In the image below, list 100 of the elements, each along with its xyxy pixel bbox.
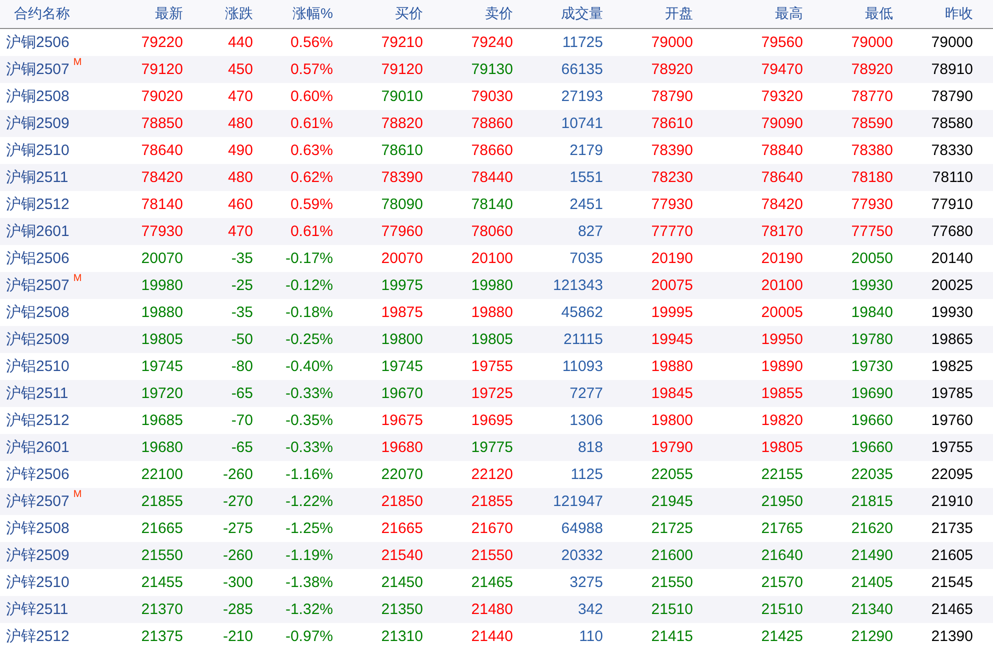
- table-cell: -0.12%: [285, 277, 333, 294]
- table-cell: -300: [222, 574, 253, 591]
- table-row[interactable]: 沪铜2507 M 79120 450 0.57% 79120 79130 66135 78920 79470 78920 78910: [0, 56, 993, 83]
- table-cell: 79010: [381, 88, 423, 105]
- table-cell: 78140: [141, 196, 183, 213]
- table-cell: -275: [222, 520, 253, 537]
- table-cell: 19880: [651, 358, 693, 375]
- table-cell: 20025: [931, 277, 973, 294]
- table-cell: -35: [231, 304, 253, 321]
- table-cell: 0.59%: [290, 196, 333, 213]
- column-header[interactable]: 成交量: [561, 5, 603, 23]
- column-header[interactable]: 涨跌: [225, 5, 253, 23]
- column-header[interactable]: 昨收: [945, 5, 973, 23]
- table-row[interactable]: 沪铜2601 77930 470 0.61% 77960 78060 827 77770 78170 77750 77680: [0, 218, 993, 245]
- table-cell: 21465: [471, 574, 513, 591]
- contract-name: 沪铝2508: [6, 303, 70, 322]
- table-cell: 19680: [141, 439, 183, 456]
- table-cell: 21945: [651, 493, 693, 510]
- table-cell: 21600: [651, 547, 693, 564]
- table-cell: 480: [228, 115, 253, 132]
- table-cell: 21570: [761, 574, 803, 591]
- table-cell: 78170: [761, 223, 803, 240]
- table-cell: 19775: [471, 439, 513, 456]
- table-cell: 20100: [471, 250, 513, 267]
- table-cell: 21850: [381, 493, 423, 510]
- table-cell: 11093: [562, 358, 603, 375]
- table-cell: 21855: [471, 493, 513, 510]
- table-row[interactable]: 沪铜2511 78420 480 0.62% 78390 78440 1551 78230 78640 78180 78110: [0, 164, 993, 191]
- table-cell: 21605: [931, 547, 973, 564]
- table-cell: 79470: [761, 61, 803, 78]
- table-cell: 342: [578, 601, 603, 618]
- table-cell: 19880: [141, 304, 183, 321]
- table-cell: 20140: [931, 250, 973, 267]
- table-cell: 79000: [851, 34, 893, 51]
- table-cell: 22035: [851, 466, 893, 483]
- table-cell: -1.32%: [285, 601, 333, 618]
- table-cell: -65: [231, 439, 253, 456]
- column-header[interactable]: 开盘: [665, 5, 693, 23]
- column-header[interactable]: 最高: [775, 5, 803, 23]
- table-cell: 19825: [931, 358, 973, 375]
- table-cell: 21735: [931, 520, 973, 537]
- table-cell: 77960: [381, 223, 423, 240]
- table-cell: 20050: [851, 250, 893, 267]
- table-cell: -270: [222, 493, 253, 510]
- table-cell: 78660: [471, 142, 513, 159]
- contract-name: 沪铝2512: [6, 411, 70, 430]
- table-row[interactable]: 沪锌2507 M 21855 -270 -1.22% 21850 21855 121947 21945 21950 21815 21910: [0, 488, 993, 515]
- contract-name: 沪锌2510: [6, 573, 70, 592]
- table-cell: -0.17%: [285, 250, 333, 267]
- table-cell: -35: [231, 250, 253, 267]
- table-row[interactable]: 沪铜2509 78850 480 0.61% 78820 78860 10741 78610 79090 78590 78580: [0, 110, 993, 137]
- table-cell: 78380: [851, 142, 893, 159]
- table-cell: 0.57%: [290, 61, 333, 78]
- contract-name: 沪铜2508: [6, 87, 70, 106]
- table-row[interactable]: 沪锌2511 21370 -285 -1.32% 21350 21480 342 21510 21510 21340 21465: [0, 596, 993, 623]
- table-cell: 21550: [471, 547, 513, 564]
- table-cell: 79220: [141, 34, 183, 51]
- table-cell: -260: [222, 466, 253, 483]
- table-cell: 78820: [381, 115, 423, 132]
- table-cell: 19725: [471, 385, 513, 402]
- table-cell: 19745: [381, 358, 423, 375]
- table-cell: 11725: [562, 34, 603, 51]
- table-cell: 21115: [564, 331, 603, 348]
- column-header[interactable]: 最新: [155, 5, 183, 23]
- table-cell: 21510: [761, 601, 803, 618]
- table-cell: 20190: [651, 250, 693, 267]
- table-row[interactable]: 沪锌2509 21550 -260 -1.19% 21540 21550 20332 21600 21640 21490 21605: [0, 542, 993, 569]
- column-header[interactable]: 最低: [865, 5, 893, 23]
- column-header[interactable]: 合约名称: [0, 5, 70, 23]
- table-cell: 20005: [761, 304, 803, 321]
- table-row[interactable]: 沪铝2601 19680 -65 -0.33% 19680 19775 818 19790 19805 19660 19755: [0, 434, 993, 461]
- table-cell: 78790: [651, 88, 693, 105]
- contract-name: 沪锌2507: [6, 492, 70, 511]
- column-header[interactable]: 买价: [395, 5, 423, 23]
- table-row[interactable]: 沪铝2511 19720 -65 -0.33% 19670 19725 7277 19845 19855 19690 19785: [0, 380, 993, 407]
- table-cell: 78580: [931, 115, 973, 132]
- table-cell: 0.62%: [290, 169, 333, 186]
- table-cell: 78440: [471, 169, 513, 186]
- table-row[interactable]: 沪铝2509 19805 -50 -0.25% 19800 19805 21115 19945 19950 19780 19865: [0, 326, 993, 353]
- table-cell: 2179: [570, 142, 603, 159]
- table-cell: 77770: [651, 223, 693, 240]
- table-cell: 19660: [851, 439, 893, 456]
- table-cell: 21350: [381, 601, 423, 618]
- table-cell: -0.40%: [285, 358, 333, 375]
- column-header[interactable]: 卖价: [485, 5, 513, 23]
- table-cell: 77930: [651, 196, 693, 213]
- column-header[interactable]: 涨幅%: [292, 5, 333, 23]
- table-cell: 20075: [651, 277, 693, 294]
- table-cell: 79240: [471, 34, 513, 51]
- table-cell: 78610: [651, 115, 693, 132]
- table-row[interactable]: 沪铝2507 M 19980 -25 -0.12% 19975 19980 121343 20075 20100 19930 20025: [0, 272, 993, 299]
- table-cell: 20100: [761, 277, 803, 294]
- table-cell: 21370: [141, 601, 183, 618]
- table-cell: 21910: [931, 493, 973, 510]
- table-cell: 78920: [851, 61, 893, 78]
- table-cell: 19800: [651, 412, 693, 429]
- table-cell: -25: [231, 277, 253, 294]
- table-cell: 79210: [381, 34, 423, 51]
- table-cell: 460: [228, 196, 253, 213]
- table-cell: 21450: [381, 574, 423, 591]
